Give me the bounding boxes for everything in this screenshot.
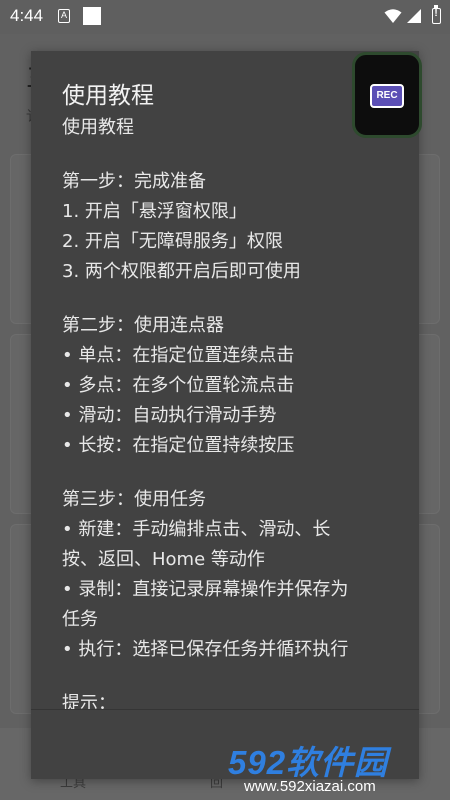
wifi-icon bbox=[384, 9, 402, 23]
content-line: 按、返回、Home 等动作 bbox=[62, 549, 265, 570]
content-line: 提示： bbox=[62, 693, 116, 709]
content-line: 使用教程 bbox=[62, 117, 134, 138]
content-line: • 新建：手动编排点击、滑动、长 bbox=[62, 519, 331, 540]
dialog-content[interactable]: 使用教程 第一步：完成准备 1. 开启「悬浮窗权限」 2. 开启「无障碍服务」权… bbox=[62, 113, 402, 709]
content-line: • 录制：直接记录屏幕操作并保存为 bbox=[62, 579, 349, 600]
content-line: 3. 两个权限都开启后即可使用 bbox=[62, 261, 301, 282]
content-line: • 执行：选择已保存任务并循环执行 bbox=[62, 639, 349, 660]
dialog-divider bbox=[31, 709, 419, 710]
content-line: • 滑动：自动执行滑动手势 bbox=[62, 405, 277, 426]
watermark-url: www.592xiazai.com bbox=[244, 778, 376, 795]
signal-icon bbox=[407, 9, 421, 23]
battery-alert-icon bbox=[432, 5, 441, 24]
record-button[interactable]: REC bbox=[370, 84, 404, 108]
content-line: 第二步：使用连点器 bbox=[62, 315, 224, 336]
a-notification-icon: A bbox=[58, 9, 70, 23]
content-line: • 多点：在多个位置轮流点击 bbox=[62, 375, 295, 396]
content-line: • 单点：在指定位置连续点击 bbox=[62, 345, 295, 366]
square-notification-icon bbox=[83, 7, 101, 25]
watermark-main-text: 592软件园 bbox=[228, 744, 389, 781]
status-time: 4:44 bbox=[10, 6, 44, 25]
dialog-title: 使用教程 bbox=[62, 83, 154, 109]
status-bar: 4:44 A bbox=[0, 0, 450, 34]
content-line: 第一步：完成准备 bbox=[62, 171, 206, 192]
tutorial-dialog: 使用教程 使用教程 第一步：完成准备 1. 开启「悬浮窗权限」 2. 开启「无障… bbox=[31, 51, 419, 779]
floating-record-widget[interactable]: REC bbox=[352, 52, 422, 138]
content-line: 任务 bbox=[62, 609, 98, 630]
content-line: • 长按：在指定位置持续按压 bbox=[62, 435, 295, 456]
watermark-logo: 592软件园 www.592xiazai.com bbox=[226, 736, 450, 800]
content-line: 2. 开启「无障碍服务」权限 bbox=[62, 231, 283, 252]
content-line: 第三步：使用任务 bbox=[62, 489, 206, 510]
content-line: 1. 开启「悬浮窗权限」 bbox=[62, 201, 247, 222]
